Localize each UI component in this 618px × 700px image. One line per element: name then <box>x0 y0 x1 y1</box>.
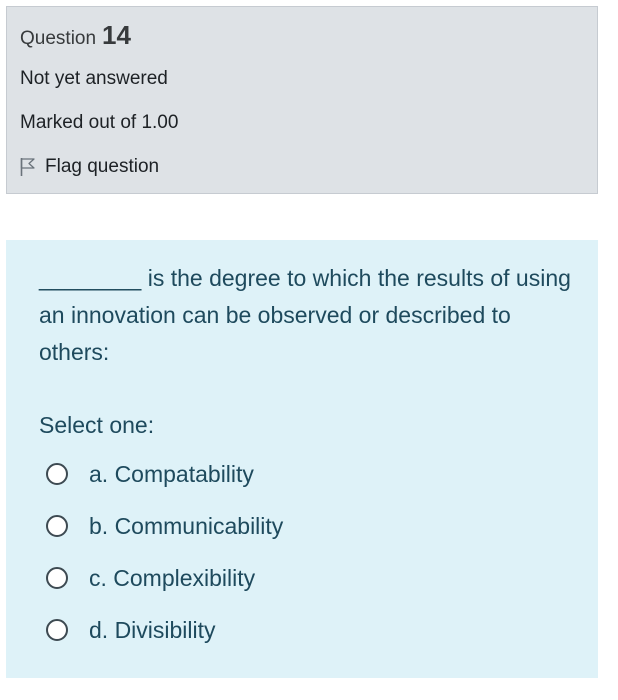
answer-option-a[interactable]: a. Compatability <box>46 448 283 500</box>
question-label: Question <box>20 28 97 49</box>
question-heading: Question 14 <box>20 21 131 53</box>
flag-question-label: Flag question <box>45 156 160 177</box>
flag-icon <box>20 158 35 176</box>
question-state: Not yet answered <box>20 68 168 89</box>
select-one-prompt: Select one: <box>39 412 155 438</box>
radio-button-icon[interactable] <box>46 515 68 537</box>
radio-button-icon[interactable] <box>46 567 68 589</box>
answer-label[interactable]: b. Communicability <box>89 511 283 541</box>
radio-button-icon[interactable] <box>46 463 68 485</box>
answer-label[interactable]: a. Compatability <box>89 459 254 489</box>
answer-option-d[interactable]: d. Divisibility <box>46 604 283 656</box>
question-info-panel: Question 14 Not yet answered Marked out o… <box>6 6 598 194</box>
answer-option-b[interactable]: b. Communicability <box>46 500 283 552</box>
radio-button-icon[interactable] <box>46 619 68 641</box>
answer-option-c[interactable]: c. Complexibility <box>46 552 283 604</box>
answer-label[interactable]: c. Complexibility <box>89 563 255 593</box>
answer-label[interactable]: d. Divisibility <box>89 615 216 645</box>
question-number: 14 <box>102 20 131 50</box>
question-grade: Marked out of 1.00 <box>20 112 179 133</box>
question-text: ________ is the degree to which the resu… <box>39 265 571 365</box>
answer-list: a. Compatability b. Communicability c. C… <box>46 448 283 656</box>
question-content-panel: ________ is the degree to which the resu… <box>6 240 598 678</box>
flag-question-link[interactable]: Flag question <box>20 155 159 179</box>
